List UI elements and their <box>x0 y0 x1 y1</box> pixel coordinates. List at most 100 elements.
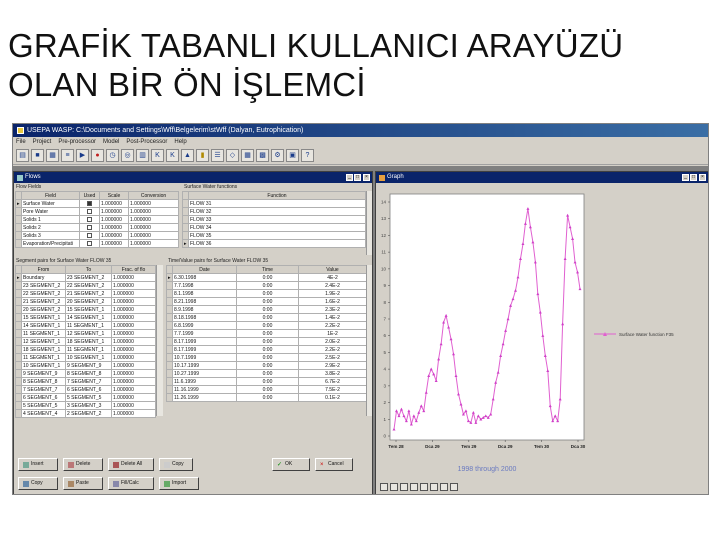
cancel-button[interactable]: × Cancel <box>315 458 353 471</box>
table-row[interactable]: Solids 3 1.000000 1.000000 <box>15 231 179 240</box>
globe-icon[interactable]: ◎ <box>121 149 134 162</box>
conversion-cell[interactable]: 1.000000 <box>128 223 179 232</box>
calc-icon[interactable]: ▣ <box>286 149 299 162</box>
frac-cell[interactable]: 1.000000 <box>111 313 156 322</box>
to-cell[interactable]: 21 SEGMENT_2 <box>65 289 112 298</box>
table-row[interactable]: 7.7.1998 0:00 2.4E-2 <box>166 281 367 290</box>
last-page-icon[interactable] <box>410 483 418 491</box>
frac-cell[interactable]: 1.000000 <box>111 281 156 290</box>
frac-cell[interactable]: 1.000000 <box>111 297 156 306</box>
first-page-icon[interactable] <box>380 483 388 491</box>
date-cell[interactable]: 11.6.1999 <box>172 377 237 386</box>
paste-button[interactable]: Paste <box>63 477 103 490</box>
date-cell[interactable]: 8.1.1998 <box>172 289 237 298</box>
time-cell[interactable]: 0:00 <box>236 305 299 314</box>
from-cell[interactable]: 8 SEGMENT_8 <box>21 377 66 386</box>
value-cell[interactable]: 4E-2 <box>298 273 367 282</box>
conversion-cell[interactable]: 1.000000 <box>128 231 179 240</box>
from-cell[interactable]: 23 SEGMENT_2 <box>21 281 66 290</box>
value-cell[interactable]: 2.3E-2 <box>298 305 367 314</box>
value-cell[interactable]: 1.9E-2 <box>298 289 367 298</box>
field-cell[interactable]: Evaporation/Precipitati <box>21 239 80 248</box>
table-row[interactable]: 4 SEGMENT_4 2 SEGMENT_2 1.000000 <box>15 409 156 418</box>
to-cell[interactable]: 6 SEGMENT_6 <box>65 385 112 394</box>
menu-item-model[interactable]: Model <box>103 137 119 147</box>
time-cell[interactable]: 0:00 <box>236 281 299 290</box>
value-cell[interactable]: 7.5E-2 <box>298 385 367 394</box>
to-cell[interactable]: 22 SEGMENT_2 <box>65 281 112 290</box>
table-icon[interactable]: ▦ <box>241 149 254 162</box>
table-row[interactable]: ▸ Boundary 23 SEGMENT_2 1.000000 <box>15 273 156 282</box>
table-row[interactable]: 10 SEGMENT_1 9 SEGMENT_9 1.000000 <box>15 361 156 370</box>
k-icon[interactable]: K <box>151 149 164 162</box>
time-cell[interactable]: 0:00 <box>236 273 299 282</box>
date-cell[interactable]: 11.16.1999 <box>172 385 237 394</box>
to-cell[interactable]: 9 SEGMENT_9 <box>65 361 112 370</box>
time-cell[interactable]: 0:00 <box>236 321 299 330</box>
time-cell[interactable]: 0:00 <box>236 313 299 322</box>
frac-cell[interactable]: 1.000000 <box>111 353 156 362</box>
table-row[interactable]: 6.8.1999 0:00 2.2E-2 <box>166 321 367 330</box>
frac-cell[interactable]: 1.000000 <box>111 273 156 282</box>
tool-icon[interactable]: ⚙ <box>271 149 284 162</box>
table-row[interactable]: 11.16.1999 0:00 7.5E-2 <box>166 385 367 394</box>
save-icon[interactable]: ■ <box>31 149 44 162</box>
table-row[interactable]: FLOW 32 <box>182 207 366 216</box>
time-cell[interactable]: 0:00 <box>236 377 299 386</box>
frac-cell[interactable]: 1.000000 <box>111 329 156 338</box>
to-cell[interactable]: 14 SEGMENT_1 <box>65 313 112 322</box>
fill-calc-button[interactable]: Fill/Calc <box>108 477 154 490</box>
value-cell[interactable]: 2.2E-2 <box>298 345 367 354</box>
conversion-cell[interactable]: 1.000000 <box>128 239 179 248</box>
table-row[interactable]: Pore Water 1.000000 1.000000 <box>15 207 179 216</box>
date-cell[interactable]: 8.17.1999 <box>172 345 237 354</box>
to-cell[interactable]: 10 SEGMENT_1 <box>65 353 112 362</box>
field-cell[interactable]: Surface Water <box>21 199 80 208</box>
scale-cell[interactable]: 1.000000 <box>99 231 129 240</box>
value-cell[interactable]: 3.8E-2 <box>298 369 367 378</box>
value-cell[interactable]: 2.4E-2 <box>298 281 367 290</box>
time-cell[interactable]: 0:00 <box>236 393 299 402</box>
from-cell[interactable]: 22 SEGMENT_2 <box>21 289 66 298</box>
prev-page-icon[interactable] <box>390 483 398 491</box>
menu-item-preprocessor[interactable]: Pre-processor <box>58 137 96 147</box>
time-cell[interactable]: 0:00 <box>236 289 299 298</box>
copy-button[interactable]: Copy <box>18 477 58 490</box>
used-cell[interactable] <box>79 223 100 232</box>
from-cell[interactable]: 10 SEGMENT_1 <box>21 361 66 370</box>
function-cell[interactable]: FLOW 36 <box>188 239 366 248</box>
frac-cell[interactable]: 1.000000 <box>111 345 156 354</box>
copy-top-button[interactable]: Copy <box>159 458 193 471</box>
date-cell[interactable]: 10.7.1999 <box>172 353 237 362</box>
time-cell[interactable]: 0:00 <box>236 337 299 346</box>
table-row[interactable]: 14 SEGMENT_1 11 SEGMENT_1 1.000000 <box>15 321 156 330</box>
to-cell[interactable]: 7 SEGMENT_7 <box>65 377 112 386</box>
to-cell[interactable]: 5 SEGMENT_5 <box>65 393 112 402</box>
table-row[interactable]: ▸ Surface Water 1.000000 1.000000 <box>15 199 179 208</box>
to-cell[interactable]: 11 SEGMENT_1 <box>65 345 112 354</box>
run-icon[interactable]: ▶ <box>76 149 89 162</box>
grid-icon[interactable]: ▩ <box>256 149 269 162</box>
table-row[interactable]: FLOW 31 <box>182 199 366 208</box>
table-row[interactable]: 11.6.1999 0:00 6.7E-2 <box>166 377 367 386</box>
stop-icon[interactable]: ● <box>91 149 104 162</box>
used-cell[interactable] <box>79 207 100 216</box>
scale-cell[interactable]: 1.000000 <box>99 207 129 216</box>
frac-cell[interactable]: 1.000000 <box>111 393 156 402</box>
from-cell[interactable]: 12 SEGMENT_1 <box>21 337 66 346</box>
frac-cell[interactable]: 1.000000 <box>111 385 156 394</box>
table-row[interactable]: Solids 1 1.000000 1.000000 <box>15 215 179 224</box>
date-cell[interactable]: 8.18.1998 <box>172 313 237 322</box>
field-cell[interactable]: Solids 3 <box>21 231 80 240</box>
function-cell[interactable]: FLOW 31 <box>188 199 366 208</box>
table-row[interactable]: 9 SEGMENT_9 8 SEGMENT_8 1.000000 <box>15 369 156 378</box>
scale-cell[interactable]: 1.000000 <box>99 239 129 248</box>
used-checkbox[interactable] <box>87 224 92 230</box>
used-checkbox[interactable] <box>87 208 92 214</box>
time-value-scrollbar[interactable] <box>366 265 372 416</box>
frac-cell[interactable]: 1.000000 <box>111 369 156 378</box>
value-cell[interactable]: 1.4E-2 <box>298 313 367 322</box>
insert-button[interactable]: Insert <box>18 458 58 471</box>
print-icon[interactable]: ▦ <box>46 149 59 162</box>
import-button[interactable]: Import <box>159 477 199 490</box>
